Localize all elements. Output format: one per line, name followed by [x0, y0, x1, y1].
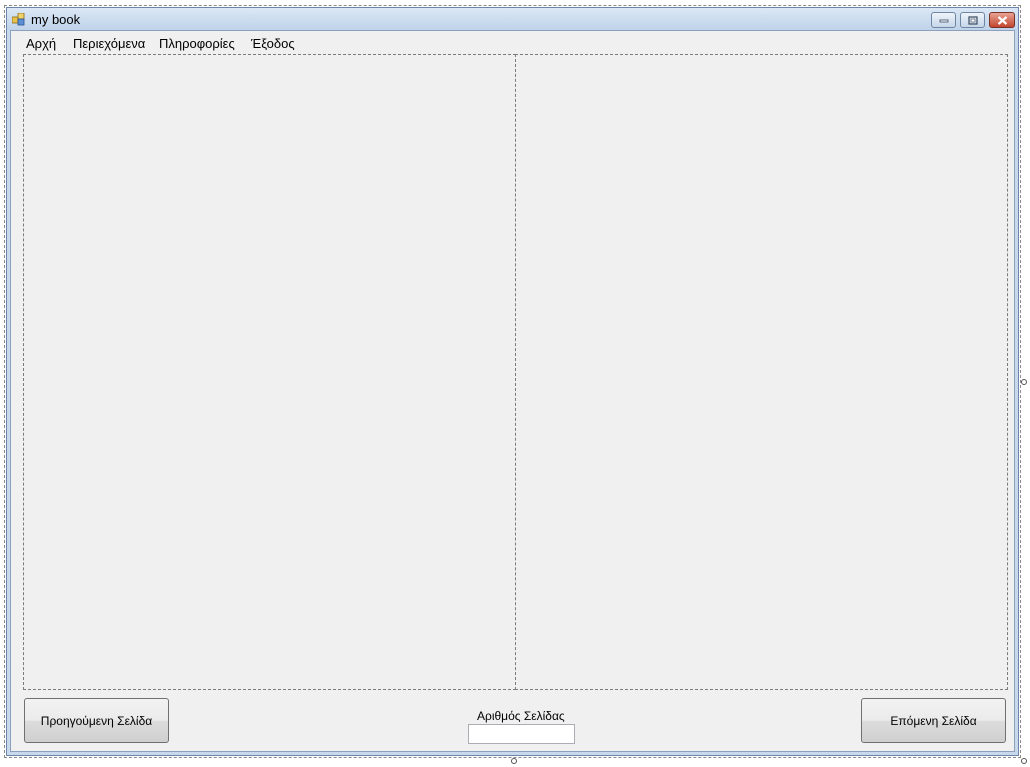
maximize-button[interactable]	[960, 12, 985, 28]
app-icon	[12, 13, 25, 26]
resize-grip-bottom[interactable]	[511, 758, 517, 764]
menu-info[interactable]: Πληροφορίες	[159, 36, 235, 51]
menu-exit[interactable]: Έξοδος	[251, 36, 295, 51]
resize-grip-right[interactable]	[1021, 379, 1027, 385]
close-button[interactable]	[989, 12, 1015, 28]
page-number-input[interactable]	[468, 724, 575, 744]
maximize-icon	[967, 15, 978, 25]
menu-contents[interactable]: Περιεχόμενα	[73, 36, 145, 51]
client-area: Αρχή Περιεχόμενα Πληροφορίες Έξοδος Προη…	[10, 30, 1015, 752]
menu-home[interactable]: Αρχή	[26, 36, 56, 51]
main-window: my book Αρχή Περιεχόμενα Πληροφορίες Έξο…	[6, 7, 1019, 756]
window-title: my book	[31, 12, 81, 27]
left-page-panel	[23, 54, 516, 690]
minimize-button[interactable]	[931, 12, 956, 28]
minimize-icon	[939, 19, 948, 23]
page-number-label: Αριθμός Σελίδας	[477, 709, 565, 723]
next-page-button[interactable]: Επόμενη Σελίδα	[861, 698, 1006, 743]
title-bar[interactable]: my book	[7, 8, 1018, 30]
previous-page-button[interactable]: Προηγούμενη Σελίδα	[24, 698, 169, 743]
close-icon	[997, 15, 1007, 25]
resize-grip-corner[interactable]	[1021, 758, 1027, 764]
menu-bar: Αρχή Περιεχόμενα Πληροφορίες Έξοδος	[11, 31, 1014, 53]
right-page-panel	[515, 54, 1008, 690]
